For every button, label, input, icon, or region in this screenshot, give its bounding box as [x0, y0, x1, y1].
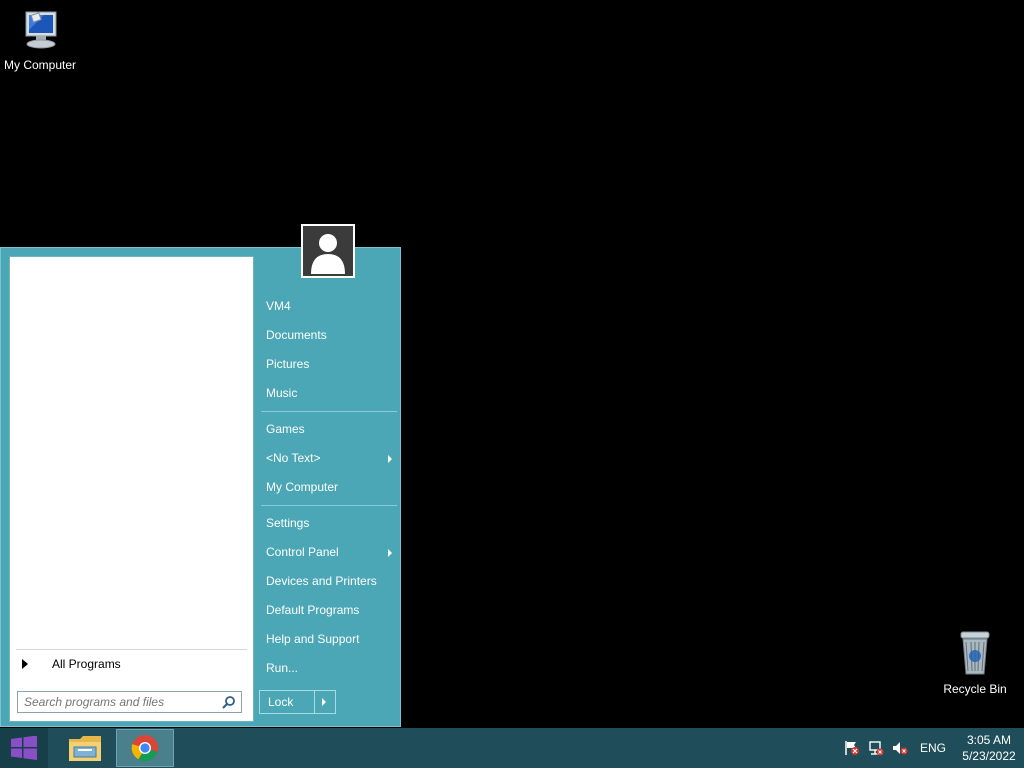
menu-item-help-and-support[interactable]: Help and Support: [259, 625, 397, 654]
clock-date: 5/23/2022: [962, 749, 1016, 763]
search-box[interactable]: [17, 691, 242, 713]
menu-item-label: Run...: [266, 661, 299, 675]
menu-item-label: Documents: [266, 328, 327, 342]
menu-item-pictures[interactable]: Pictures: [259, 350, 397, 379]
folder-icon: [69, 736, 101, 761]
menu-separator: [261, 411, 397, 412]
system-tray: ENG 3:05 AM 5/23/2022: [840, 728, 1024, 768]
input-language-indicator[interactable]: ENG: [912, 741, 954, 755]
menu-item-documents[interactable]: Documents: [259, 321, 397, 350]
lock-button[interactable]: Lock: [260, 691, 314, 713]
menu-item-label: Games: [266, 422, 305, 436]
menu-separator: [261, 505, 397, 506]
search-icon[interactable]: [222, 695, 236, 709]
programs-pane: All Programs: [9, 256, 254, 722]
desktop-icon-label: My Computer: [3, 58, 77, 72]
shutdown-options-button[interactable]: [314, 691, 335, 713]
clock[interactable]: 3:05 AM 5/23/2022: [954, 732, 1024, 764]
user-avatar[interactable]: [301, 224, 355, 278]
search-input[interactable]: [18, 692, 222, 712]
submenu-arrow-icon: [388, 455, 392, 463]
start-menu-right-pane: VM4 Documents Pictures Music Games <No T…: [259, 292, 397, 683]
menu-item-settings[interactable]: Settings: [259, 509, 397, 538]
menu-item-label: Devices and Printers: [266, 574, 377, 588]
all-programs-button[interactable]: All Programs: [16, 649, 247, 678]
chrome-icon: [131, 735, 158, 762]
menu-item-label: Settings: [266, 516, 310, 530]
menu-item-label: My Computer: [266, 480, 339, 494]
network-icon[interactable]: [864, 728, 888, 768]
taskbar-file-explorer[interactable]: [56, 729, 114, 767]
taskbar: ENG 3:05 AM 5/23/2022: [0, 728, 1024, 768]
desktop-icon-label: Recycle Bin: [943, 682, 1007, 696]
start-button[interactable]: [0, 728, 48, 768]
start-menu: All Programs VM4 Documents Pictures Musi…: [0, 224, 401, 727]
menu-item-games[interactable]: Games: [259, 415, 397, 444]
clock-time: 3:05 AM: [966, 733, 1012, 747]
user-icon: [311, 234, 345, 274]
menu-item-label: <No Text>: [266, 451, 321, 465]
menu-item-my-computer[interactable]: My Computer: [259, 473, 397, 502]
menu-item-user-folder[interactable]: VM4: [259, 292, 397, 321]
menu-item-no-text[interactable]: <No Text>: [259, 444, 397, 473]
menu-item-label: Pictures: [266, 357, 310, 371]
menu-item-label: Help and Support: [266, 632, 360, 646]
expand-arrow-icon: [22, 659, 28, 669]
action-center-flag-icon[interactable]: [840, 728, 864, 768]
menu-item-devices-and-printers[interactable]: Devices and Printers: [259, 567, 397, 596]
lock-split-button: Lock: [259, 690, 336, 714]
chevron-right-icon: [322, 698, 326, 706]
volume-muted-icon[interactable]: [888, 728, 912, 768]
menu-item-control-panel[interactable]: Control Panel: [259, 538, 397, 567]
windows-logo-icon: [11, 736, 37, 760]
menu-item-label: Control Panel: [266, 545, 339, 559]
submenu-arrow-icon: [388, 549, 392, 557]
menu-item-music[interactable]: Music: [259, 379, 397, 408]
menu-item-run[interactable]: Run...: [259, 654, 397, 683]
desktop-icon-my-computer[interactable]: My Computer: [0, 8, 80, 72]
menu-item-default-programs[interactable]: Default Programs: [259, 596, 397, 625]
recycle-bin-icon: [960, 631, 990, 675]
taskbar-chrome[interactable]: [116, 729, 174, 767]
menu-item-label: Default Programs: [266, 603, 360, 617]
menu-item-label: VM4: [266, 299, 291, 313]
all-programs-label: All Programs: [52, 657, 121, 671]
computer-icon: [25, 11, 57, 49]
menu-item-label: Music: [266, 386, 298, 400]
desktop-icon-recycle-bin[interactable]: Recycle Bin: [935, 630, 1015, 696]
